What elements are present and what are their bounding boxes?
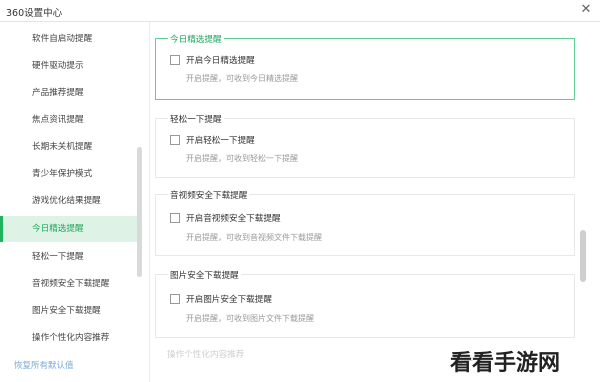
next-section-title-peek: 操作个性化内容推荐 [167,350,245,360]
checkbox-image-download[interactable] [170,294,180,304]
checkbox-label[interactable]: 开启轻松一下提醒 [186,134,255,146]
section-today-picks: 今日精选提醒 开启今日精选提醒 开启提醒，可收到今日精选提醒 [155,33,575,100]
sidebar-item-relax[interactable]: 轻松一下提醒 [0,244,140,270]
sidebar-item-hardware-driver[interactable]: 硬件驱动提示 [0,53,140,79]
sidebar-item-software-autostart[interactable]: 软件自启动提醒 [0,26,140,52]
checkbox-label[interactable]: 开启今日精选提醒 [186,54,255,66]
content-panel: 今日精选提醒 开启今日精选提醒 开启提醒，可收到今日精选提醒 轻松一下提醒 开启… [150,22,600,382]
section-title: 图片安全下载提醒 [168,269,241,281]
window-title: 360设置中心 [6,8,63,19]
checkbox-av-download[interactable] [170,213,180,223]
sidebar-item-today-picks[interactable]: 今日精选提醒 [0,216,140,242]
section-relax: 轻松一下提醒 开启轻松一下提醒 开启提醒，可收到轻松一下提醒 [155,113,575,178]
section-av-download: 音视频安全下载提醒 开启音视频安全下载提醒 开启提醒，可收到音视频文件下载提醒 [155,189,575,256]
sidebar: 软件自启动提醒 硬件驱动提示 产品推荐提醒 焦点资讯提醒 长期未关机提醒 青少年… [0,22,150,382]
section-description: 开启提醒，可收到图片文件下载提醒 [186,314,314,323]
sidebar-item-teen-mode[interactable]: 青少年保护模式 [0,161,140,187]
section-description: 开启提醒，可收到音视频文件下载提醒 [186,233,322,242]
sidebar-item-game-optimize[interactable]: 游戏优化结果提醒 [0,188,140,214]
section-title: 音视频安全下载提醒 [168,189,250,201]
restore-defaults-link[interactable]: 恢复所有默认值 [14,359,74,371]
sidebar-item-personalized[interactable]: 操作个性化内容推荐 [0,325,140,351]
content-scrollbar[interactable] [580,230,586,282]
sidebar-item-long-uptime[interactable]: 长期未关机提醒 [0,134,140,160]
checkbox-today-picks[interactable] [170,55,180,65]
sidebar-item-image-download[interactable]: 图片安全下载提醒 [0,298,140,324]
checkbox-relax[interactable] [170,135,180,145]
sidebar-item-av-download[interactable]: 音视频安全下载提醒 [0,271,140,297]
checkbox-label[interactable]: 开启图片安全下载提醒 [186,293,272,305]
checkbox-label[interactable]: 开启音视频安全下载提醒 [186,212,281,224]
section-title: 今日精选提醒 [168,33,224,45]
section-image-download: 图片安全下载提醒 开启图片安全下载提醒 开启提醒，可收到图片文件下载提醒 [155,269,575,338]
close-icon[interactable]: ✕ [578,2,594,17]
sidebar-scrollbar[interactable] [137,147,142,277]
section-description: 开启提醒，可收到轻松一下提醒 [186,154,298,163]
title-bar: 360设置中心 ✕ [0,0,600,22]
site-watermark: 看看手游网 [450,351,561,376]
sidebar-item-focus-news[interactable]: 焦点资讯提醒 [0,107,140,133]
section-title: 轻松一下提醒 [168,113,224,125]
section-description: 开启提醒，可收到今日精选提醒 [186,74,298,83]
sidebar-item-product-recommend[interactable]: 产品推荐提醒 [0,80,140,106]
